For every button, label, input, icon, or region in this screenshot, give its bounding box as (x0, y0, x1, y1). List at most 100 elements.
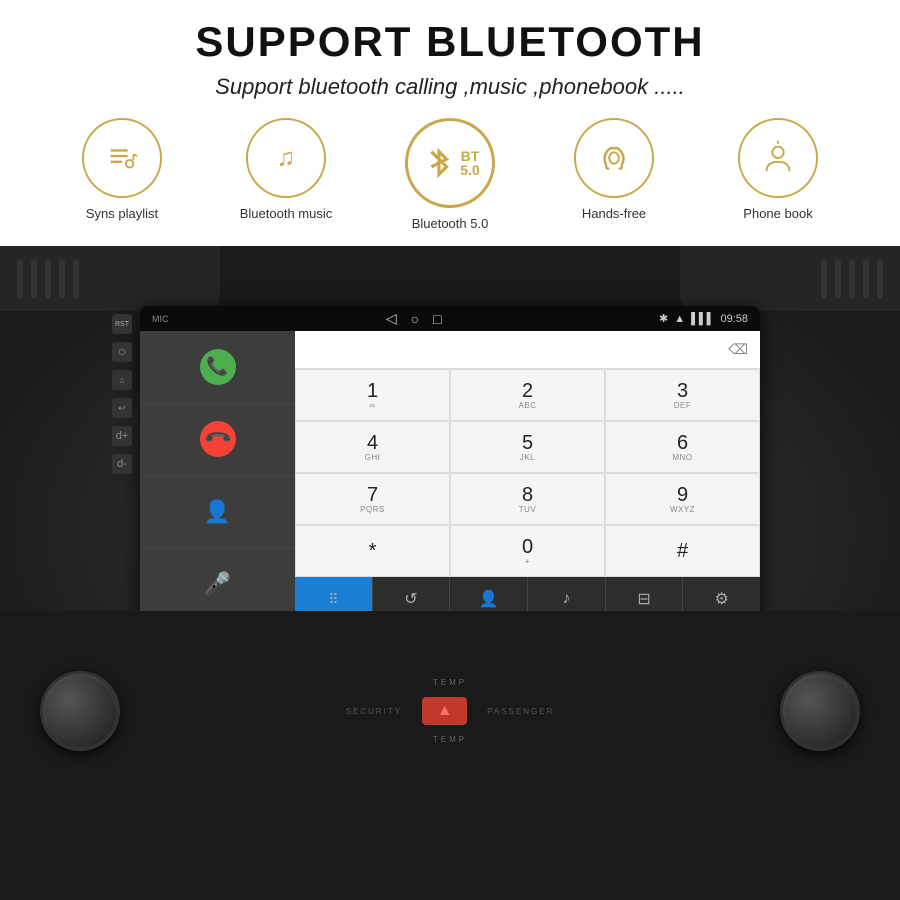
dash-center-controls: TEMP SECURITY ▲ PASSENGER TEMP (346, 678, 555, 744)
backspace-button[interactable]: ⌫ (724, 337, 752, 362)
dashboard-lower: TEMP SECURITY ▲ PASSENGER TEMP (0, 611, 900, 811)
security-label: SECURITY (346, 707, 402, 716)
vent-slat (45, 259, 51, 299)
call-icon-green: 📞 (200, 349, 236, 385)
right-knob[interactable] (780, 671, 860, 751)
home-nav-icon[interactable]: ○ (411, 311, 419, 327)
key-hash[interactable]: # (605, 525, 760, 577)
phone-screen: 📞 📞 👤 🎤 ⌫ (140, 331, 760, 621)
bluetooth-music-icon: ♫ (267, 139, 305, 177)
home-button[interactable]: ⌂ (112, 370, 132, 390)
hands-free-icon (595, 139, 633, 177)
bt-tab-icon: ⊟ (637, 589, 650, 609)
recents-tab-icon: ↺ (404, 589, 417, 609)
end-call-button[interactable]: 📞 (140, 404, 295, 477)
bluetooth-50-label: Bluetooth 5.0 (412, 216, 489, 231)
vent-slat (835, 259, 841, 299)
passenger-label: PASSENGER (487, 707, 554, 716)
dial-input-row: ⌫ (295, 331, 760, 369)
settings-tab-icon: ⚙ (715, 589, 729, 609)
bluetooth-music-circle: ♫ (246, 118, 326, 198)
mic-label: MIC (152, 314, 169, 324)
syns-playlist-icon (103, 139, 141, 177)
wifi-icon: ▲ (674, 313, 685, 325)
key-5[interactable]: 5JKL (450, 421, 605, 473)
vent-right (680, 246, 900, 311)
contacts-icon: 👤 (204, 499, 231, 525)
hands-free-circle (574, 118, 654, 198)
svg-text:♫: ♫ (277, 145, 296, 172)
vent-slat (31, 259, 37, 299)
top-vents (0, 246, 900, 311)
syns-playlist-circle (82, 118, 162, 198)
call-button[interactable]: 📞 (140, 331, 295, 404)
dialpad-grid: 1∞ 2ABC 3DEF 4GHI 5JKL 6MNO (295, 369, 760, 577)
feature-bluetooth-50: BT5.0 Bluetooth 5.0 (385, 118, 515, 231)
back-nav-icon[interactable]: ◁ (386, 310, 397, 327)
main-title: SUPPORT BLUETOOTH (30, 18, 870, 66)
key-9[interactable]: 9WXYZ (605, 473, 760, 525)
bluetooth-50-inner: BT5.0 (420, 144, 479, 182)
key-0[interactable]: 0+ (450, 525, 605, 577)
vent-slat (863, 259, 869, 299)
vol-up-button[interactable]: d+ (112, 426, 132, 446)
phone-book-icon (759, 139, 797, 177)
bluetooth-symbol (420, 144, 458, 182)
syns-playlist-label: Syns playlist (86, 206, 158, 221)
vent-left (0, 246, 220, 311)
temp-label-left: TEMP (433, 678, 467, 687)
bluetooth-status-icon: ✱ (659, 312, 668, 325)
key-2[interactable]: 2ABC (450, 369, 605, 421)
key-4[interactable]: 4GHI (295, 421, 450, 473)
call-icon-red: 📞 (192, 414, 243, 465)
phone-left-panel: 📞 📞 👤 🎤 (140, 331, 295, 621)
feature-syns-playlist: Syns playlist (57, 118, 187, 221)
key-3[interactable]: 3DEF (605, 369, 760, 421)
dash-center-row: SECURITY ▲ PASSENGER (346, 697, 555, 725)
temp-label-right: TEMP (433, 735, 467, 744)
vent-slat (877, 259, 883, 299)
key-star[interactable]: * (295, 525, 450, 577)
rst-button[interactable]: RST (112, 314, 132, 334)
nav-buttons: ◁ ○ □ (386, 310, 442, 327)
top-section: SUPPORT BLUETOOTH Support bluetooth call… (0, 0, 900, 246)
hazard-icon: ▲ (437, 702, 453, 720)
vent-slat (73, 259, 79, 299)
status-bar: MIC ◁ ○ □ ✱ ▲ ▌▌▌ 09:58 (140, 306, 760, 331)
power-button[interactable]: ⏻ (112, 342, 132, 362)
key-1[interactable]: 1∞ (295, 369, 450, 421)
key-6[interactable]: 6MNO (605, 421, 760, 473)
left-knob[interactable] (40, 671, 120, 751)
status-icons: ✱ ▲ ▌▌▌ 09:58 (659, 312, 748, 325)
features-row: Syns playlist ♫ Bluetooth music BT5.0 (30, 118, 870, 231)
vent-slat (849, 259, 855, 299)
hazard-button[interactable]: ▲ (422, 697, 467, 725)
signal-icon: ▌▌▌ (691, 313, 714, 325)
head-unit: RST ⏻ ⌂ ↩ d+ d- MIC ◁ ○ □ ✱ ▲ ▌▌▌ 09:58 (140, 306, 760, 621)
subtitle: Support bluetooth calling ,music ,phoneb… (30, 74, 870, 100)
vent-slat (17, 259, 23, 299)
mic-icon: 🎤 (204, 571, 231, 597)
music-tab-icon: ♪ (562, 590, 570, 608)
phone-book-circle (738, 118, 818, 198)
back-button[interactable]: ↩ (112, 398, 132, 418)
contacts-button[interactable]: 👤 (140, 476, 295, 549)
feature-hands-free: Hands-free (549, 118, 679, 221)
dashboard-area: RST ⏻ ⌂ ↩ d+ d- MIC ◁ ○ □ ✱ ▲ ▌▌▌ 09:58 (0, 246, 900, 811)
feature-phone-book: Phone book (713, 118, 843, 221)
dialpad-panel: ⌫ 1∞ 2ABC 3DEF 4GHI 5JK (295, 331, 760, 621)
hands-free-label: Hands-free (582, 206, 646, 221)
phone-book-label: Phone book (743, 206, 812, 221)
bluetooth-music-label: Bluetooth music (240, 206, 333, 221)
vent-slat (821, 259, 827, 299)
vol-down-button[interactable]: d- (112, 454, 132, 474)
key-7[interactable]: 7PQRS (295, 473, 450, 525)
side-buttons-left: RST ⏻ ⌂ ↩ d+ d- (112, 314, 132, 474)
vent-slat (59, 259, 65, 299)
recents-nav-icon[interactable]: □ (433, 311, 441, 327)
feature-bluetooth-music: ♫ Bluetooth music (221, 118, 351, 221)
contacts-tab-icon: 👤 (479, 589, 499, 609)
dialpad-tab-icon: ⠿ (328, 591, 338, 608)
time-display: 09:58 (720, 313, 748, 325)
key-8[interactable]: 8TUV (450, 473, 605, 525)
